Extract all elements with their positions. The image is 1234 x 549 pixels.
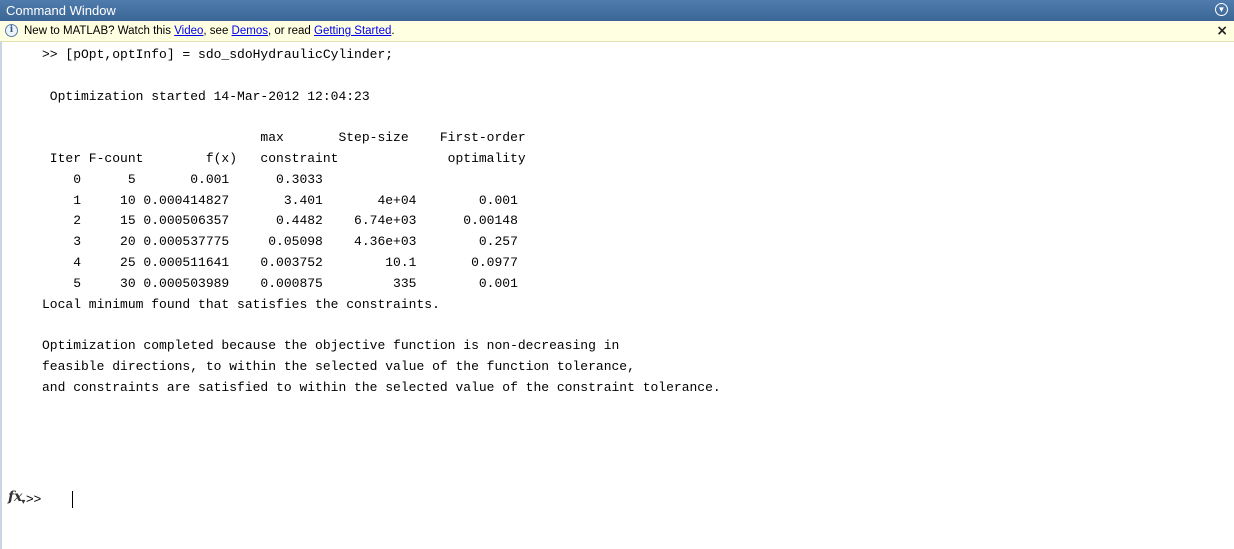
console-line: Optimization started 14-Mar-2012 12:04:2…	[42, 88, 370, 104]
video-link[interactable]: Video	[174, 25, 203, 37]
function-browser-icon[interactable]: fx▾	[8, 489, 26, 506]
window-title: Command Window	[6, 3, 116, 18]
console-line: Local minimum found that satisfies the c…	[42, 296, 440, 312]
console-line: 5 30 0.000503989 0.000875 335 0.001	[42, 275, 518, 291]
circle-chevron-down-icon[interactable]: ▼	[1215, 3, 1228, 16]
command-prompt: >>	[26, 491, 42, 506]
console-line: feasible directions, to within the selec…	[42, 358, 635, 374]
info-sep-1: , see	[203, 25, 232, 37]
fx-dropdown-glyph: ▾	[21, 496, 26, 506]
console-line: 3 20 0.000537775 0.05098 4.36e+03 0.257	[42, 234, 518, 250]
getting-started-link[interactable]: Getting Started	[314, 25, 391, 37]
console-line: max Step-size First-order	[42, 130, 526, 146]
demos-link[interactable]: Demos	[232, 25, 268, 37]
console-line: 4 25 0.000511641 0.003752 10.1 0.0977	[42, 254, 518, 270]
console-line: >> [pOpt,optInfo] = sdo_sdoHydraulicCyli…	[42, 47, 394, 62]
console-line: and constraints are satisfied to within …	[42, 379, 721, 395]
info-suffix: .	[391, 25, 395, 37]
info-prefix: New to MATLAB? Watch this	[24, 25, 175, 37]
console-line: 2 15 0.000506357 0.4482 6.74e+03 0.00148	[42, 213, 518, 229]
info-message: New to MATLAB? Watch this Video, see Dem…	[24, 21, 395, 41]
console-line: Optimization completed because the objec…	[42, 338, 620, 354]
close-icon[interactable]: ×	[1216, 21, 1228, 41]
left-gutter	[0, 42, 2, 549]
info-icon: i	[5, 24, 18, 37]
title-bar: Command Window ▼	[0, 0, 1234, 21]
console-line: 1 10 0.000414827 3.401 4e+04 0.001	[42, 192, 518, 208]
text-cursor[interactable]	[72, 491, 73, 508]
console-line: Iter F-count f(x) constraint optimality	[42, 150, 526, 166]
info-bar: i New to MATLAB? Watch this Video, see D…	[0, 21, 1234, 42]
console-line: 0 5 0.001 0.3033	[42, 171, 323, 187]
info-sep-2: , or read	[267, 25, 315, 37]
command-output[interactable]: >> [pOpt,optInfo] = sdo_sdoHydraulicCyli…	[42, 45, 1228, 399]
